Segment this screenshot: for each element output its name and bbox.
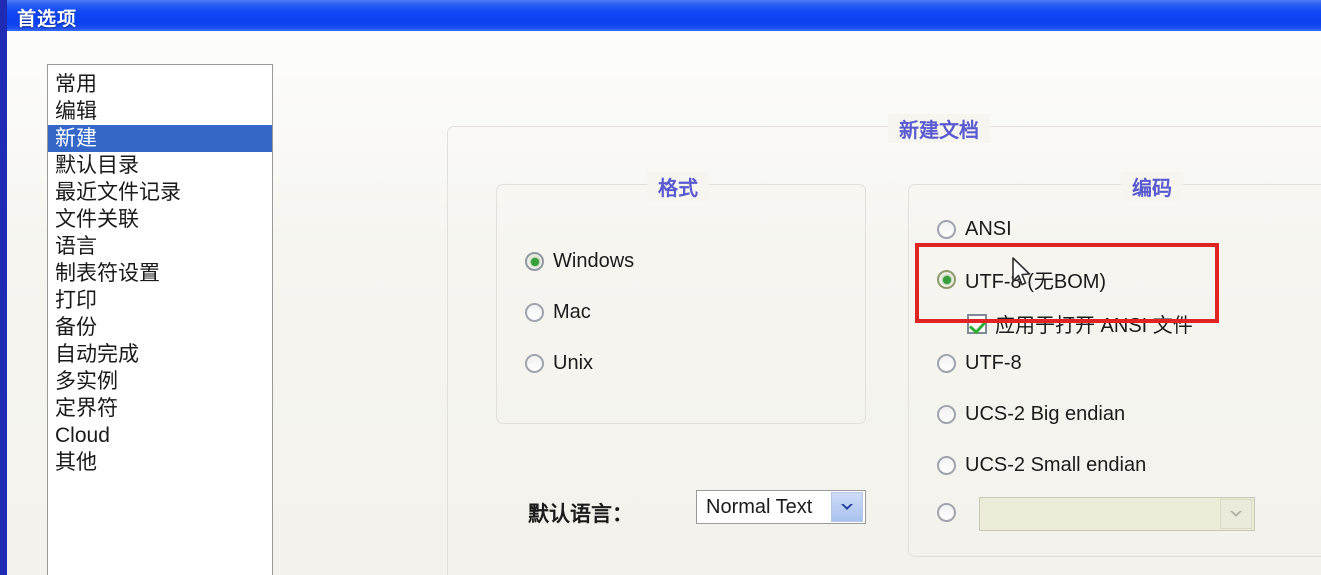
checkbox-label-apply-ansi: 应用于打开 ANSI 文件 (995, 315, 1193, 337)
sidebar-item-14[interactable]: 其他 (48, 449, 272, 476)
radio-indicator-utf8-nobom[interactable] (937, 270, 956, 289)
sidebar-item-12[interactable]: 定界符 (48, 395, 272, 422)
radio-indicator-utf8[interactable] (937, 354, 956, 373)
sidebar-item-3[interactable]: 默认目录 (48, 152, 272, 179)
format-group-title: 格式 (647, 172, 709, 201)
sidebar-item-8[interactable]: 打印 (48, 287, 272, 314)
radio-label-utf8: UTF-8 (965, 352, 1022, 374)
radio-encoding-utf8[interactable]: UTF-8 (937, 352, 1022, 375)
radio-indicator-other[interactable] (937, 503, 956, 522)
window-title: 首选项 (17, 9, 78, 30)
radio-format-mac[interactable]: Mac (525, 301, 591, 324)
sidebar-item-5[interactable]: 文件关联 (48, 206, 272, 233)
default-language-value: Normal Text (706, 495, 813, 518)
radio-encoding-ansi[interactable]: ANSI (937, 218, 1012, 241)
radio-label-mac: Mac (553, 301, 591, 323)
chevron-down-icon-disabled (1220, 499, 1252, 529)
radio-label-ansi: ANSI (965, 218, 1012, 240)
encoding-group: 编码 ANSI UTF-8 (无BOM) 应用于打开 ANSI 文件 UTF-8 (908, 172, 1321, 557)
radio-format-unix[interactable]: Unix (525, 352, 593, 375)
dialog-client-area: 常用 编辑 新建 默认目录 最近文件记录 文件关联 语言 制表符设置 打印 备份 自动完成 多实例 定界… (7, 31, 1321, 575)
radio-label-windows: Windows (553, 250, 635, 272)
sidebar-item-4[interactable]: 最近文件记录 (48, 179, 272, 206)
radio-indicator-ansi[interactable] (937, 220, 956, 239)
new-document-group: 新建文档 格式 Windows Mac Unix 默认语言： Normal Te… (447, 114, 1321, 575)
sidebar-item-2[interactable]: 新建 (48, 125, 272, 152)
chevron-down-icon[interactable] (831, 492, 863, 522)
radio-label-utf8-nobom: UTF-8 (无BOM) (965, 271, 1107, 293)
preferences-category-list[interactable]: 常用 编辑 新建 默认目录 最近文件记录 文件关联 语言 制表符设置 打印 备份 自动完成 多实例 定界… (47, 64, 273, 575)
radio-encoding-other[interactable] (937, 503, 956, 522)
sidebar-item-7[interactable]: 制表符设置 (48, 260, 272, 287)
radio-indicator-windows[interactable] (525, 252, 544, 271)
sidebar-item-13[interactable]: Cloud (48, 422, 272, 449)
sidebar-item-1[interactable]: 编辑 (48, 98, 272, 125)
radio-indicator-mac[interactable] (525, 303, 544, 322)
other-encoding-combobox[interactable] (979, 497, 1255, 531)
sidebar-item-10[interactable]: 自动完成 (48, 341, 272, 368)
sidebar-item-0[interactable]: 常用 (48, 71, 272, 98)
format-group: 格式 Windows Mac Unix (496, 172, 866, 424)
radio-indicator-ucs2-small[interactable] (937, 456, 956, 475)
default-language-combobox[interactable]: Normal Text (696, 490, 866, 524)
checkbox-indicator-apply-ansi[interactable] (967, 313, 987, 334)
new-document-group-title: 新建文档 (888, 114, 990, 143)
encoding-group-title: 编码 (1121, 172, 1183, 201)
radio-encoding-utf8-nobom[interactable]: UTF-8 (无BOM) (937, 265, 1106, 294)
radio-indicator-ucs2-big[interactable] (937, 405, 956, 424)
checkbox-apply-to-open-ansi[interactable]: 应用于打开 ANSI 文件 (967, 309, 1193, 338)
sidebar-item-6[interactable]: 语言 (48, 233, 272, 260)
sidebar-item-9[interactable]: 备份 (48, 314, 272, 341)
default-language-label: 默认语言： (528, 503, 633, 526)
radio-encoding-ucs2-big[interactable]: UCS-2 Big endian (937, 403, 1125, 426)
radio-format-windows[interactable]: Windows (525, 250, 634, 273)
radio-indicator-unix[interactable] (525, 354, 544, 373)
radio-encoding-ucs2-small[interactable]: UCS-2 Small endian (937, 454, 1146, 477)
radio-label-ucs2-small: UCS-2 Small endian (965, 454, 1147, 476)
sidebar-item-11[interactable]: 多实例 (48, 368, 272, 395)
radio-label-ucs2-big: UCS-2 Big endian (965, 403, 1126, 425)
radio-label-unix: Unix (553, 352, 594, 374)
window-titlebar: 首选项 (7, 0, 1321, 31)
preferences-window: 首选项 常用 编辑 新建 默认目录 最近文件记录 文件关联 语言 制表符设置 打印 备份 自动完成多… (0, 0, 1321, 575)
